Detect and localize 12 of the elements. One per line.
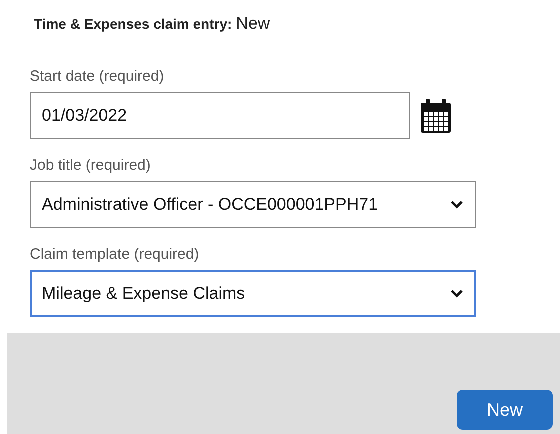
dropdown[interactable]: Administrative Officer - OCCE000001PPH71 [30,181,476,228]
date-field[interactable]: 01/03/2022 [30,92,410,139]
page-title: Time & Expenses claim entry: [34,16,232,32]
caret-icon [450,200,464,210]
entry-status: New [236,14,270,34]
field-label: Job title (required) [30,157,152,175]
calendar-icon[interactable] [420,98,452,132]
field-label: Start date (required) [30,68,166,86]
field-label: Claim template (required) [30,246,200,264]
caret-icon [450,288,464,298]
new-button[interactable]: New [457,390,553,430]
dropdown[interactable]: Mileage & Expense Claims [30,270,476,317]
